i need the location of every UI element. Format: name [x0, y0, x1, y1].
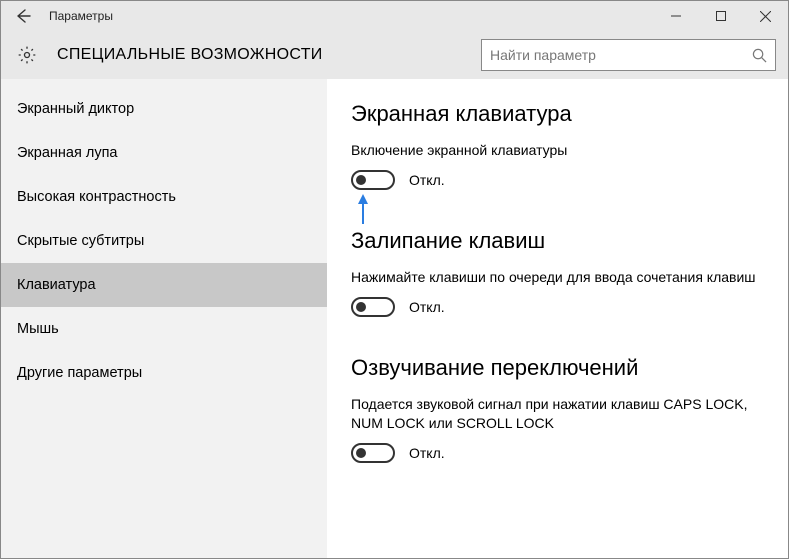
- sidebar-item[interactable]: Другие параметры: [1, 351, 327, 395]
- section-heading: Залипание клавиш: [351, 228, 764, 254]
- section-description: Включение экранной клавиатуры: [351, 141, 764, 160]
- toggle-row: Откл.: [351, 297, 764, 317]
- gear-icon: [15, 43, 39, 67]
- body: Экранный диктор Экранная лупа Высокая конт…: [1, 79, 788, 558]
- content-pane: Экранная клавиатура Включение экранной кл…: [327, 79, 788, 558]
- section-gap: [351, 337, 764, 349]
- sidebar-item-label: Экранный диктор: [17, 101, 134, 117]
- sidebar-item[interactable]: Экранный диктор: [1, 87, 327, 131]
- callout-arrow-icon: [351, 194, 375, 231]
- section-gap: [351, 210, 764, 222]
- toggle-row: Откл.: [351, 443, 764, 463]
- maximize-button[interactable]: [698, 1, 743, 31]
- back-button[interactable]: [1, 1, 45, 31]
- window-controls: [653, 1, 788, 31]
- toggle-row: Откл.: [351, 170, 764, 190]
- section-heading: Экранная клавиатура: [351, 101, 764, 127]
- section-heading: Озвучивание переключений: [351, 355, 764, 381]
- section-description: Нажимайте клавиши по очереди для ввода с…: [351, 268, 764, 287]
- search-icon: [751, 47, 767, 63]
- sidebar-item-label: Другие параметры: [17, 365, 142, 381]
- category-title: СПЕЦИАЛЬНЫЕ ВОЗМОЖНОСТИ: [57, 46, 481, 64]
- toggle-knob: [356, 302, 366, 312]
- sidebar-item-label: Высокая контрастность: [17, 189, 176, 205]
- sidebar-item[interactable]: Клавиатура: [1, 263, 327, 307]
- section-gap: [351, 483, 764, 495]
- search-input[interactable]: [490, 47, 751, 63]
- sidebar-item-label: Мышь: [17, 321, 59, 337]
- settings-window: Параметры СПЕЦИАЛЬНЫЕ ВОЗМОЖНОСТИ: [0, 0, 789, 559]
- toggle-knob: [356, 448, 366, 458]
- close-button[interactable]: [743, 1, 788, 31]
- minimize-button[interactable]: [653, 1, 698, 31]
- sidebar-item[interactable]: Мышь: [1, 307, 327, 351]
- sidebar-item[interactable]: Скрытые субтитры: [1, 219, 327, 263]
- section-description: Подается звуковой сигнал при нажатии кла…: [351, 395, 764, 433]
- sidebar: Экранный диктор Экранная лупа Высокая конт…: [1, 79, 327, 558]
- toggle-state-label: Откл.: [409, 299, 445, 315]
- toggle-switch[interactable]: [351, 443, 395, 463]
- toggle-state-label: Откл.: [409, 172, 445, 188]
- toggle-state-label: Откл.: [409, 445, 445, 461]
- toggle-knob: [356, 175, 366, 185]
- sidebar-item[interactable]: Высокая контрастность: [1, 175, 327, 219]
- search-box[interactable]: [481, 39, 776, 71]
- titlebar: Параметры: [1, 1, 788, 31]
- sidebar-item-label: Клавиатура: [17, 277, 96, 293]
- header: СПЕЦИАЛЬНЫЕ ВОЗМОЖНОСТИ: [1, 31, 788, 79]
- close-icon: [760, 11, 771, 22]
- sidebar-item-label: Экранная лупа: [17, 145, 117, 161]
- toggle-switch[interactable]: [351, 170, 395, 190]
- minimize-icon: [671, 11, 681, 21]
- window-title: Параметры: [45, 9, 653, 23]
- toggle-switch[interactable]: [351, 297, 395, 317]
- sidebar-item-label: Скрытые субтитры: [17, 233, 144, 249]
- sidebar-item[interactable]: Экранная лупа: [1, 131, 327, 175]
- maximize-icon: [716, 11, 726, 21]
- back-arrow-icon: [15, 8, 31, 24]
